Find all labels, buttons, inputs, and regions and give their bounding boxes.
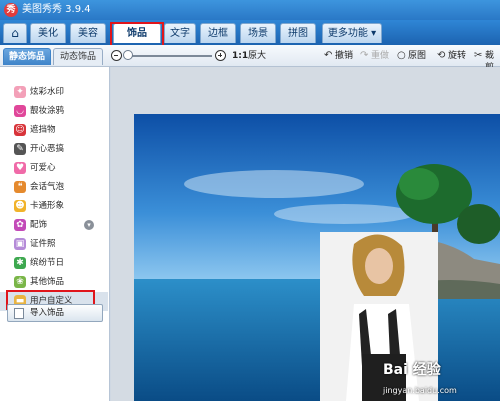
sidebar-item-label: 配饰	[30, 220, 48, 230]
watermark-icon: ✦	[14, 86, 26, 98]
baidu-watermark: Bai 经验 jingyan.baidu.com	[383, 362, 457, 395]
sidebar-item-label: 其他饰品	[30, 277, 65, 287]
heart-icon: ♥	[14, 162, 26, 174]
sidebar-item-speech-bubble[interactable]: ❝ 会话气泡	[0, 178, 108, 197]
sidebar-item-id-photo[interactable]: ▣ 证件照	[0, 235, 108, 254]
sidebar-item-color-watermark[interactable]: ✦ 炫彩水印	[0, 83, 108, 102]
undo-icon: ↶	[324, 50, 333, 61]
sidebar-item-accessories[interactable]: ✿ 配饰 ▾	[0, 216, 108, 235]
sidebar-item-cover[interactable]: ☺ 遮挡物	[0, 121, 108, 140]
document-icon	[14, 308, 24, 319]
sidebar-item-makeup-doodle[interactable]: ◡ 靓妆涂鸦	[0, 102, 108, 121]
zoom-slider-thumb[interactable]	[123, 50, 133, 60]
bow-icon: ✿	[14, 219, 26, 231]
redo-icon: ↷	[360, 50, 369, 61]
edited-photo[interactable]	[134, 114, 500, 401]
crop-icon: ✂	[474, 50, 483, 61]
sidebar-item-label: 靓妆涂鸦	[30, 106, 65, 116]
prank-icon: ✎	[14, 143, 26, 155]
app-logo-icon: 秀	[4, 3, 18, 17]
lips-icon: ◡	[14, 105, 26, 117]
redo-button[interactable]: 重做	[371, 50, 389, 62]
sidebar-item-cute-heart[interactable]: ♥ 可爱心	[0, 159, 108, 178]
undo-button[interactable]: 撤销	[335, 50, 353, 62]
import-accessory-button[interactable]: 导入饰品	[7, 304, 103, 322]
ratio-button[interactable]: 1:1	[232, 50, 248, 62]
sidebar-item-festival[interactable]: ✱ 缤纷节日	[0, 254, 108, 273]
zoom-slider-track[interactable]	[124, 55, 212, 57]
home-icon[interactable]: ⌂	[3, 23, 27, 43]
sidebar-item-cartoon[interactable]: ☻ 卡通形象	[0, 197, 108, 216]
main-tab-bar: ⌂ 美化 美容 饰品 文字 边框 场景 拼图 更多功能 ▾	[0, 20, 500, 45]
original-image-icon: ○	[397, 50, 406, 61]
sidebar-item-label: 遮挡物	[30, 125, 56, 135]
id-photo-icon: ▣	[14, 238, 26, 250]
tab-collage[interactable]: 拼图	[280, 23, 316, 43]
title-bar: 秀 美图秀秀 3.9.4	[0, 0, 500, 20]
cartoon-icon: ☻	[14, 200, 26, 212]
sidebar-item-label: 可爱心	[30, 163, 56, 173]
expand-badge-icon[interactable]: ▾	[84, 220, 94, 230]
photo-scene-image	[134, 114, 500, 401]
original-image-button[interactable]: 原图	[408, 50, 426, 62]
rotate-icon: ⟲	[437, 50, 446, 61]
tab-static-accessories[interactable]: 静态饰品	[3, 48, 51, 65]
tab-beautify[interactable]: 美化	[30, 23, 66, 43]
tab-scene[interactable]: 场景	[240, 23, 276, 43]
toolbar: 静态饰品 动态饰品 1:1 原大 ↶ 撤销 ↷ 重做 ○ 原图 ⟲ 旋转 ✂ 裁…	[0, 45, 500, 73]
speech-bubble-icon: ❝	[14, 181, 26, 193]
tab-border[interactable]: 边框	[200, 23, 236, 43]
original-size-button[interactable]: 原大	[248, 50, 266, 62]
sidebar-item-label: 会话气泡	[30, 182, 65, 192]
festival-icon: ✱	[14, 257, 26, 269]
tab-beauty[interactable]: 美容	[70, 23, 106, 43]
rotate-button[interactable]: 旋转	[448, 50, 466, 62]
sidebar-item-label: 缤纷节日	[30, 258, 65, 268]
zoom-out-icon[interactable]	[111, 50, 122, 61]
sidebar-item-label: 证件照	[30, 239, 56, 249]
sidebar-item-prank[interactable]: ✎ 开心恶搞	[0, 140, 108, 159]
sidebar-item-label: 炫彩水印	[30, 87, 65, 97]
tab-more-features[interactable]: 更多功能 ▾	[322, 23, 382, 43]
app-title: 美图秀秀 3.9.4	[22, 4, 91, 15]
watermark-url: jingyan.baidu.com	[383, 386, 457, 395]
other-icon: ❀	[14, 276, 26, 288]
sidebar-item-label: 开心恶搞	[30, 144, 65, 154]
tab-text[interactable]: 文字	[164, 23, 196, 43]
baidu-jingyan-logo: Bai 经验	[383, 362, 441, 378]
tab-dynamic-accessories[interactable]: 动态饰品	[53, 48, 103, 65]
zoom-in-icon[interactable]	[215, 50, 226, 61]
import-accessory-label: 导入饰品	[30, 308, 65, 318]
mask-icon: ☺	[14, 124, 26, 136]
sidebar-item-label: 卡通形象	[30, 201, 65, 211]
